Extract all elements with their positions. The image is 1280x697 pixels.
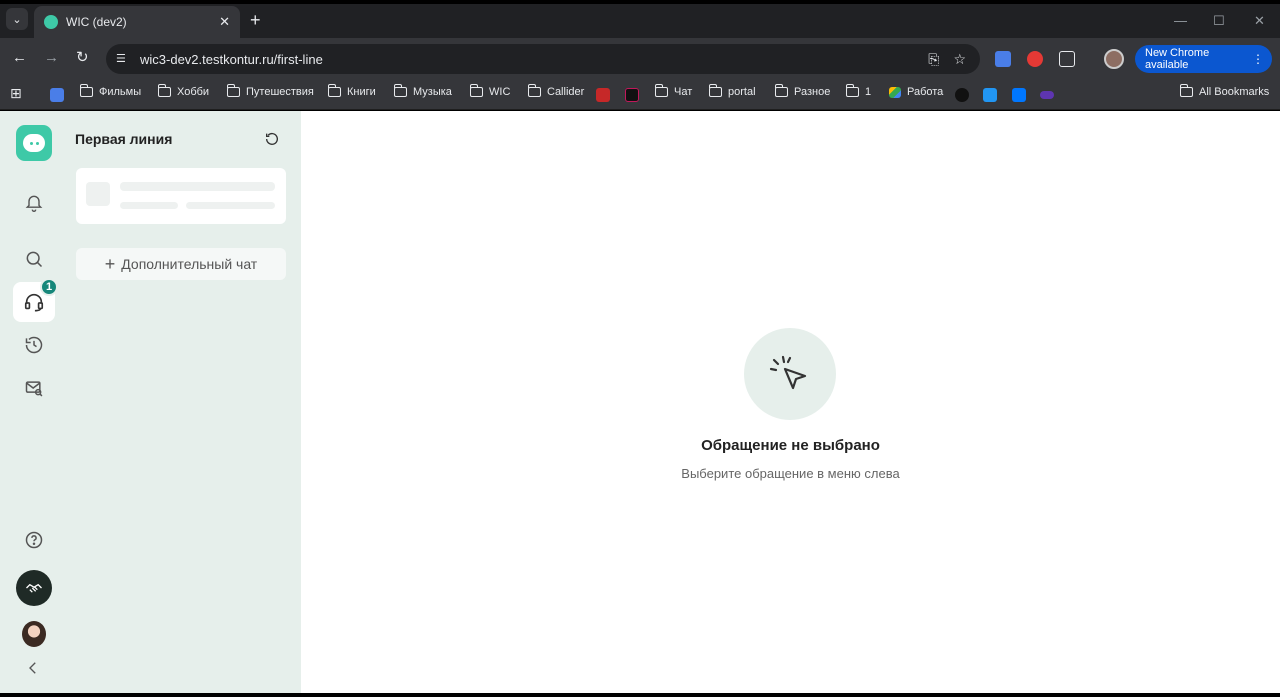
tab-favicon-icon [44, 15, 58, 29]
folder-icon [327, 84, 341, 97]
folder-icon [654, 84, 668, 97]
search-icon[interactable] [13, 239, 55, 279]
bottom-border [0, 693, 1280, 697]
bookmark-folder-wic[interactable]: WIC [469, 84, 510, 98]
tab-title: WIC (dev2) [66, 15, 127, 29]
bookmark-folder-portal[interactable]: portal [708, 84, 756, 98]
bookmark-folder-travel[interactable]: Путешествия [226, 84, 314, 98]
mail-search-icon[interactable] [13, 368, 55, 408]
bookmark-folder-misc[interactable]: Разное [774, 84, 830, 98]
install-app-icon[interactable]: ⎘ [928, 51, 939, 68]
folder-icon [226, 84, 240, 97]
bookmarks-bar: ⊞ Фильмы Хобби Путешествия Книги Музыка … [0, 80, 1280, 110]
site-info-icon[interactable]: ☰ [116, 52, 130, 66]
browser-tab-strip: ⌄ WIC (dev2) ✕ + — ☐ ✕ [0, 4, 1280, 38]
update-button-label: New Chrome available [1145, 47, 1210, 71]
forward-arrow-icon[interactable]: → [44, 50, 59, 66]
tab-close-icon[interactable]: ✕ [219, 14, 230, 30]
folder-icon [157, 84, 171, 97]
address-bar[interactable]: ☰ wic3-dev2.testkontur.ru/first-line ⎘ ☆ [106, 44, 980, 74]
profile-avatar[interactable] [1104, 49, 1124, 69]
blue-bookmark-icon[interactable] [983, 88, 997, 102]
browser-toolbar: ← → ↻ ☰ wic3-dev2.testkontur.ru/first-li… [0, 38, 1280, 80]
red-bookmark-icon[interactable] [596, 88, 610, 102]
apps-grid-icon[interactable]: ⊞ [10, 85, 22, 102]
reload-icon[interactable]: ↻ [76, 50, 89, 66]
user-avatar[interactable] [22, 621, 46, 647]
browser-tab-active[interactable]: WIC (dev2) ✕ [34, 6, 240, 38]
back-arrow-icon[interactable]: ← [12, 50, 27, 66]
add-additional-chat-button[interactable]: + Дополнительный чат [76, 248, 286, 280]
first-line-panel: Первая линия + Дополнительный чат [64, 111, 301, 693]
dark-bookmark-icon[interactable] [625, 88, 639, 102]
help-icon[interactable] [13, 520, 55, 560]
empty-state-title: Обращение не выбрано [701, 437, 880, 454]
bookmark-folder-1[interactable]: 1 [845, 84, 871, 98]
window-close-icon[interactable]: ✕ [1254, 13, 1265, 29]
collapse-chevron-left-icon[interactable] [24, 659, 42, 682]
window-minimize-icon[interactable]: — [1174, 13, 1187, 28]
vk-bookmark-icon[interactable] [1012, 88, 1026, 102]
panel-title: Первая линия [75, 131, 173, 147]
extensions-puzzle-icon[interactable] [1059, 51, 1075, 67]
refresh-icon[interactable] [264, 131, 280, 152]
add-chat-label: Дополнительный чат [121, 256, 258, 272]
handshake-icon[interactable] [16, 570, 52, 606]
folder-icon [393, 84, 407, 97]
translate-bookmark-icon[interactable] [50, 88, 64, 102]
all-bookmarks[interactable]: All Bookmarks [1179, 84, 1269, 98]
cursor-click-icon [744, 328, 836, 420]
bookmark-folder-hobby[interactable]: Хобби [157, 84, 209, 98]
menu-dots-icon[interactable]: ⋮ [1252, 52, 1264, 66]
bookmark-folder-films[interactable]: Фильмы [79, 84, 141, 98]
new-chrome-available-button[interactable]: New Chrome available ⋮ [1135, 45, 1272, 73]
plus-icon: + [104, 254, 116, 274]
notifications-bell-icon[interactable] [13, 183, 55, 223]
bookmark-folder-callider[interactable]: Callider [527, 84, 584, 98]
folder-icon [79, 84, 93, 97]
bookmark-folder-music[interactable]: Музыка [393, 84, 452, 98]
address-url: wic3-dev2.testkontur.ru/first-line [140, 51, 323, 67]
main-area: Обращение не выбрано Выберите обращение … [301, 111, 1280, 693]
translate-extension-icon[interactable] [995, 51, 1011, 67]
loading-skeleton-card [76, 168, 286, 224]
black-circle-bookmark-icon[interactable] [955, 88, 969, 102]
app-logo-icon[interactable] [16, 125, 52, 161]
empty-state-subtitle: Выберите обращение в меню слева [681, 466, 900, 481]
folder-icon [708, 84, 722, 97]
folder-icon [1179, 84, 1193, 97]
left-rail: 1 [0, 111, 64, 693]
bookmark-drive-work[interactable]: Работа [889, 86, 943, 98]
bookmark-folder-books[interactable]: Книги [327, 84, 376, 98]
google-drive-icon [889, 86, 901, 98]
folder-icon [527, 84, 541, 97]
window-maximize-icon[interactable]: ☐ [1213, 13, 1225, 29]
bookmark-star-icon[interactable]: ☆ [953, 51, 966, 68]
adblock-extension-icon[interactable] [1027, 51, 1043, 67]
new-tab-button[interactable]: + [250, 11, 261, 29]
notification-badge: 1 [40, 278, 58, 296]
folder-icon [845, 84, 859, 97]
history-icon[interactable] [13, 325, 55, 365]
first-line-headset-icon[interactable]: 1 [13, 278, 58, 322]
app-content: 1 Первая линия + Дополнительный чат Обра… [0, 111, 1280, 693]
bookmark-folder-chat[interactable]: Чат [654, 84, 692, 98]
folder-icon [469, 84, 483, 97]
tab-search-chevron-icon[interactable]: ⌄ [6, 8, 28, 30]
purple-bookmark-icon[interactable] [1040, 91, 1054, 99]
folder-icon [774, 84, 788, 97]
